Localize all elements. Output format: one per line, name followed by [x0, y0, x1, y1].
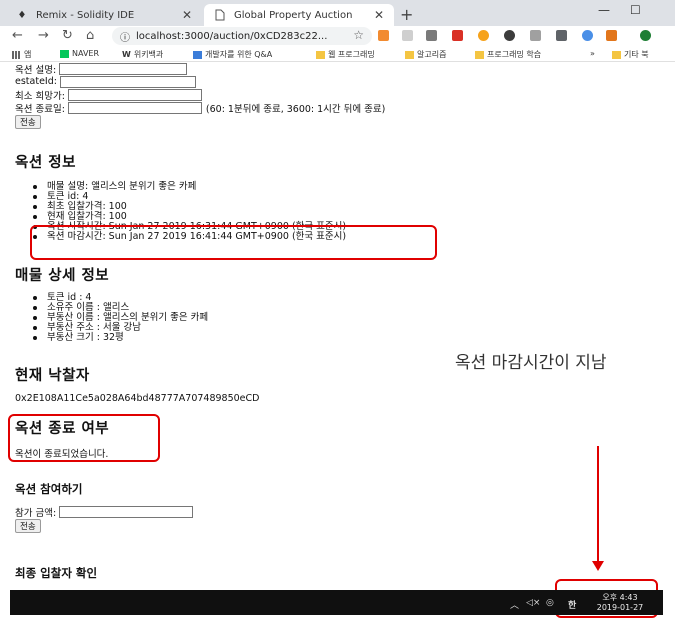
folder-icon [405, 50, 414, 59]
tab-title: Remix - Solidity IDE [36, 9, 135, 21]
bid-submit-button[interactable]: 전송 [15, 519, 41, 533]
reload-icon[interactable]: ↻ [62, 28, 73, 43]
join-auction-heading: 옥션 참여하기 [15, 482, 83, 496]
highlight-auction-times [30, 225, 437, 260]
browser-tab-bar: ♦ Remix - Solidity IDE ✕ Global Property… [0, 0, 675, 26]
extension-icon[interactable] [530, 30, 541, 41]
extension-icon[interactable] [556, 30, 567, 41]
annotation-label: 옥션 마감시간이 지남 [455, 353, 607, 373]
windows-taskbar: ︿ ◁× ◎ 한 오후 4:43 2019-01-27 [10, 590, 663, 615]
bookmark-web-programming[interactable]: 웹 프로그래밍 [316, 49, 375, 60]
property-info-list: 토큰 id : 4 소유주 이름 : 앨리스 부동산 이름 : 앨리스의 분위기… [33, 293, 208, 343]
extension-icon[interactable] [478, 30, 489, 41]
system-clock[interactable]: 오후 4:43 2019-01-27 [590, 593, 650, 613]
bookmark-programming-study[interactable]: 프로그래밍 학습 [475, 49, 541, 60]
chevron-up-icon[interactable]: ︿ [510, 598, 519, 611]
final-bidder-heading: 최종 입찰자 확인 [15, 566, 98, 580]
naver-logo-icon [60, 49, 69, 58]
ime-indicator[interactable]: 한 [568, 598, 576, 611]
bookmark-label: 앱 [24, 50, 32, 59]
list-item: 부동산 크기 : 32평 [33, 333, 208, 343]
minimize-icon[interactable]: — [598, 3, 610, 17]
bookmark-other[interactable]: 기타 북 [612, 49, 649, 60]
estate-id-row: estateId: [15, 75, 196, 88]
description-input[interactable] [59, 62, 188, 75]
end-time-label: 옥션 종료일: [15, 103, 65, 115]
bookmark-apps[interactable]: 앱 [12, 49, 31, 60]
pdf-extension-icon[interactable] [452, 30, 463, 41]
min-price-label: 최소 희망가: [15, 90, 65, 102]
min-price-row: 최소 희망가: [15, 88, 202, 102]
bookmark-label: » [590, 49, 595, 58]
extension-icon[interactable] [582, 30, 593, 41]
info-icon[interactable]: ⓘ [120, 29, 130, 44]
bookmark-overflow[interactable]: » [590, 49, 595, 58]
clock-date: 2019-01-27 [596, 603, 644, 612]
bookmark-label: NAVER [72, 49, 100, 58]
property-info-heading: 매물 상세 정보 [15, 268, 110, 284]
auction-info-heading: 옥션 정보 [15, 155, 76, 171]
description-label: 옥션 설명: [15, 64, 57, 76]
clock-time: 오후 4:43 [602, 593, 638, 602]
new-tab-plus-icon[interactable]: + [400, 5, 413, 24]
create-auction-submit-button[interactable]: 전송 [15, 115, 41, 129]
bid-amount-label: 참가 금액: [15, 507, 57, 519]
estate-id-label: estateId: [15, 76, 57, 87]
extension-icon[interactable] [402, 30, 413, 41]
url-text[interactable]: localhost:3000/auction/0xCD283c22... [136, 31, 336, 42]
tab-global-property-auction[interactable]: Global Property Auction ✕ [204, 4, 394, 26]
current-winner-address: 0x2E108A11Ce5a028A64bd48777A707489850eCD [15, 393, 260, 404]
forward-arrow-icon[interactable]: → [38, 28, 49, 43]
current-winner-heading: 현재 낙찰자 [15, 368, 90, 384]
bookmark-naver[interactable]: NAVER [60, 49, 99, 58]
wikipedia-w-icon: W [122, 50, 131, 59]
address-bar[interactable]: ⓘ localhost:3000/auction/0xCD283c22... ☆ [112, 27, 372, 45]
bookmark-label: 알고리즘 [417, 50, 447, 59]
remix-favicon-icon: ♦ [17, 9, 27, 21]
back-arrow-icon[interactable]: ← [12, 28, 23, 43]
home-icon[interactable]: ⌂ [86, 28, 94, 43]
description-row: 옥션 설명: [15, 62, 188, 76]
bid-amount-row: 참가 금액: [15, 505, 194, 519]
highlight-auction-ended [8, 414, 160, 462]
extension-icon[interactable] [378, 30, 389, 41]
profile-avatar-icon[interactable] [640, 30, 651, 41]
arrow-down-icon [592, 561, 604, 571]
bookmark-dev-qa[interactable]: 개발자를 위한 Q&A [193, 49, 272, 60]
bookmarks-bar: 앱 NAVER W 위키백과 개발자를 위한 Q&A 웹 프로그래밍 알고리즘 … [0, 46, 675, 62]
address-toolbar: ← → ↻ ⌂ ⓘ localhost:3000/auction/0xCD283… [0, 26, 675, 46]
maximize-icon[interactable]: ☐ [630, 3, 641, 17]
folder-icon [316, 50, 325, 59]
close-icon[interactable]: ✕ [180, 8, 194, 22]
hash-icon [193, 50, 202, 59]
page-content: 옥션 설명: estateId: 최소 희망가: 옥션 종료일: (60: 1분… [0, 62, 675, 590]
speaker-icon[interactable]: ◁× [526, 598, 540, 608]
tab-remix[interactable]: ♦ Remix - Solidity IDE ✕ [6, 4, 202, 26]
folder-icon [475, 50, 484, 59]
estate-id-input[interactable] [59, 75, 196, 88]
bookmark-label: 웹 프로그래밍 [328, 50, 375, 59]
metamask-fox-icon[interactable] [606, 30, 617, 41]
bookmark-label: 위키백과 [133, 50, 164, 59]
end-time-row: 옥션 종료일: (60: 1분뒤에 종료, 3600: 1시간 뒤에 종료) [15, 101, 386, 115]
folder-icon [612, 50, 621, 59]
extension-icon[interactable] [504, 30, 515, 41]
min-price-input[interactable] [67, 88, 202, 101]
end-time-hint: (60: 1분뒤에 종료, 3600: 1시간 뒤에 종료) [205, 103, 386, 115]
css-extension-icon[interactable] [426, 30, 437, 41]
apps-grid-icon [12, 50, 21, 59]
bookmark-label: 개발자를 위한 Q&A [205, 50, 273, 59]
bookmark-label: 프로그래밍 학습 [487, 50, 542, 59]
end-time-input[interactable] [67, 101, 202, 114]
bid-amount-input[interactable] [59, 505, 194, 518]
tab-title: Global Property Auction [234, 9, 353, 21]
close-icon[interactable]: ✕ [372, 8, 386, 22]
bookmark-wikipedia[interactable]: W 위키백과 [122, 49, 163, 60]
network-icon[interactable]: ◎ [546, 598, 554, 608]
bookmark-algorithm[interactable]: 알고리즘 [405, 49, 446, 60]
annotation-arrow [597, 446, 599, 563]
page-favicon-icon [214, 9, 226, 21]
bookmark-label: 기타 북 [624, 50, 649, 59]
bookmark-star-icon[interactable]: ☆ [353, 28, 364, 42]
